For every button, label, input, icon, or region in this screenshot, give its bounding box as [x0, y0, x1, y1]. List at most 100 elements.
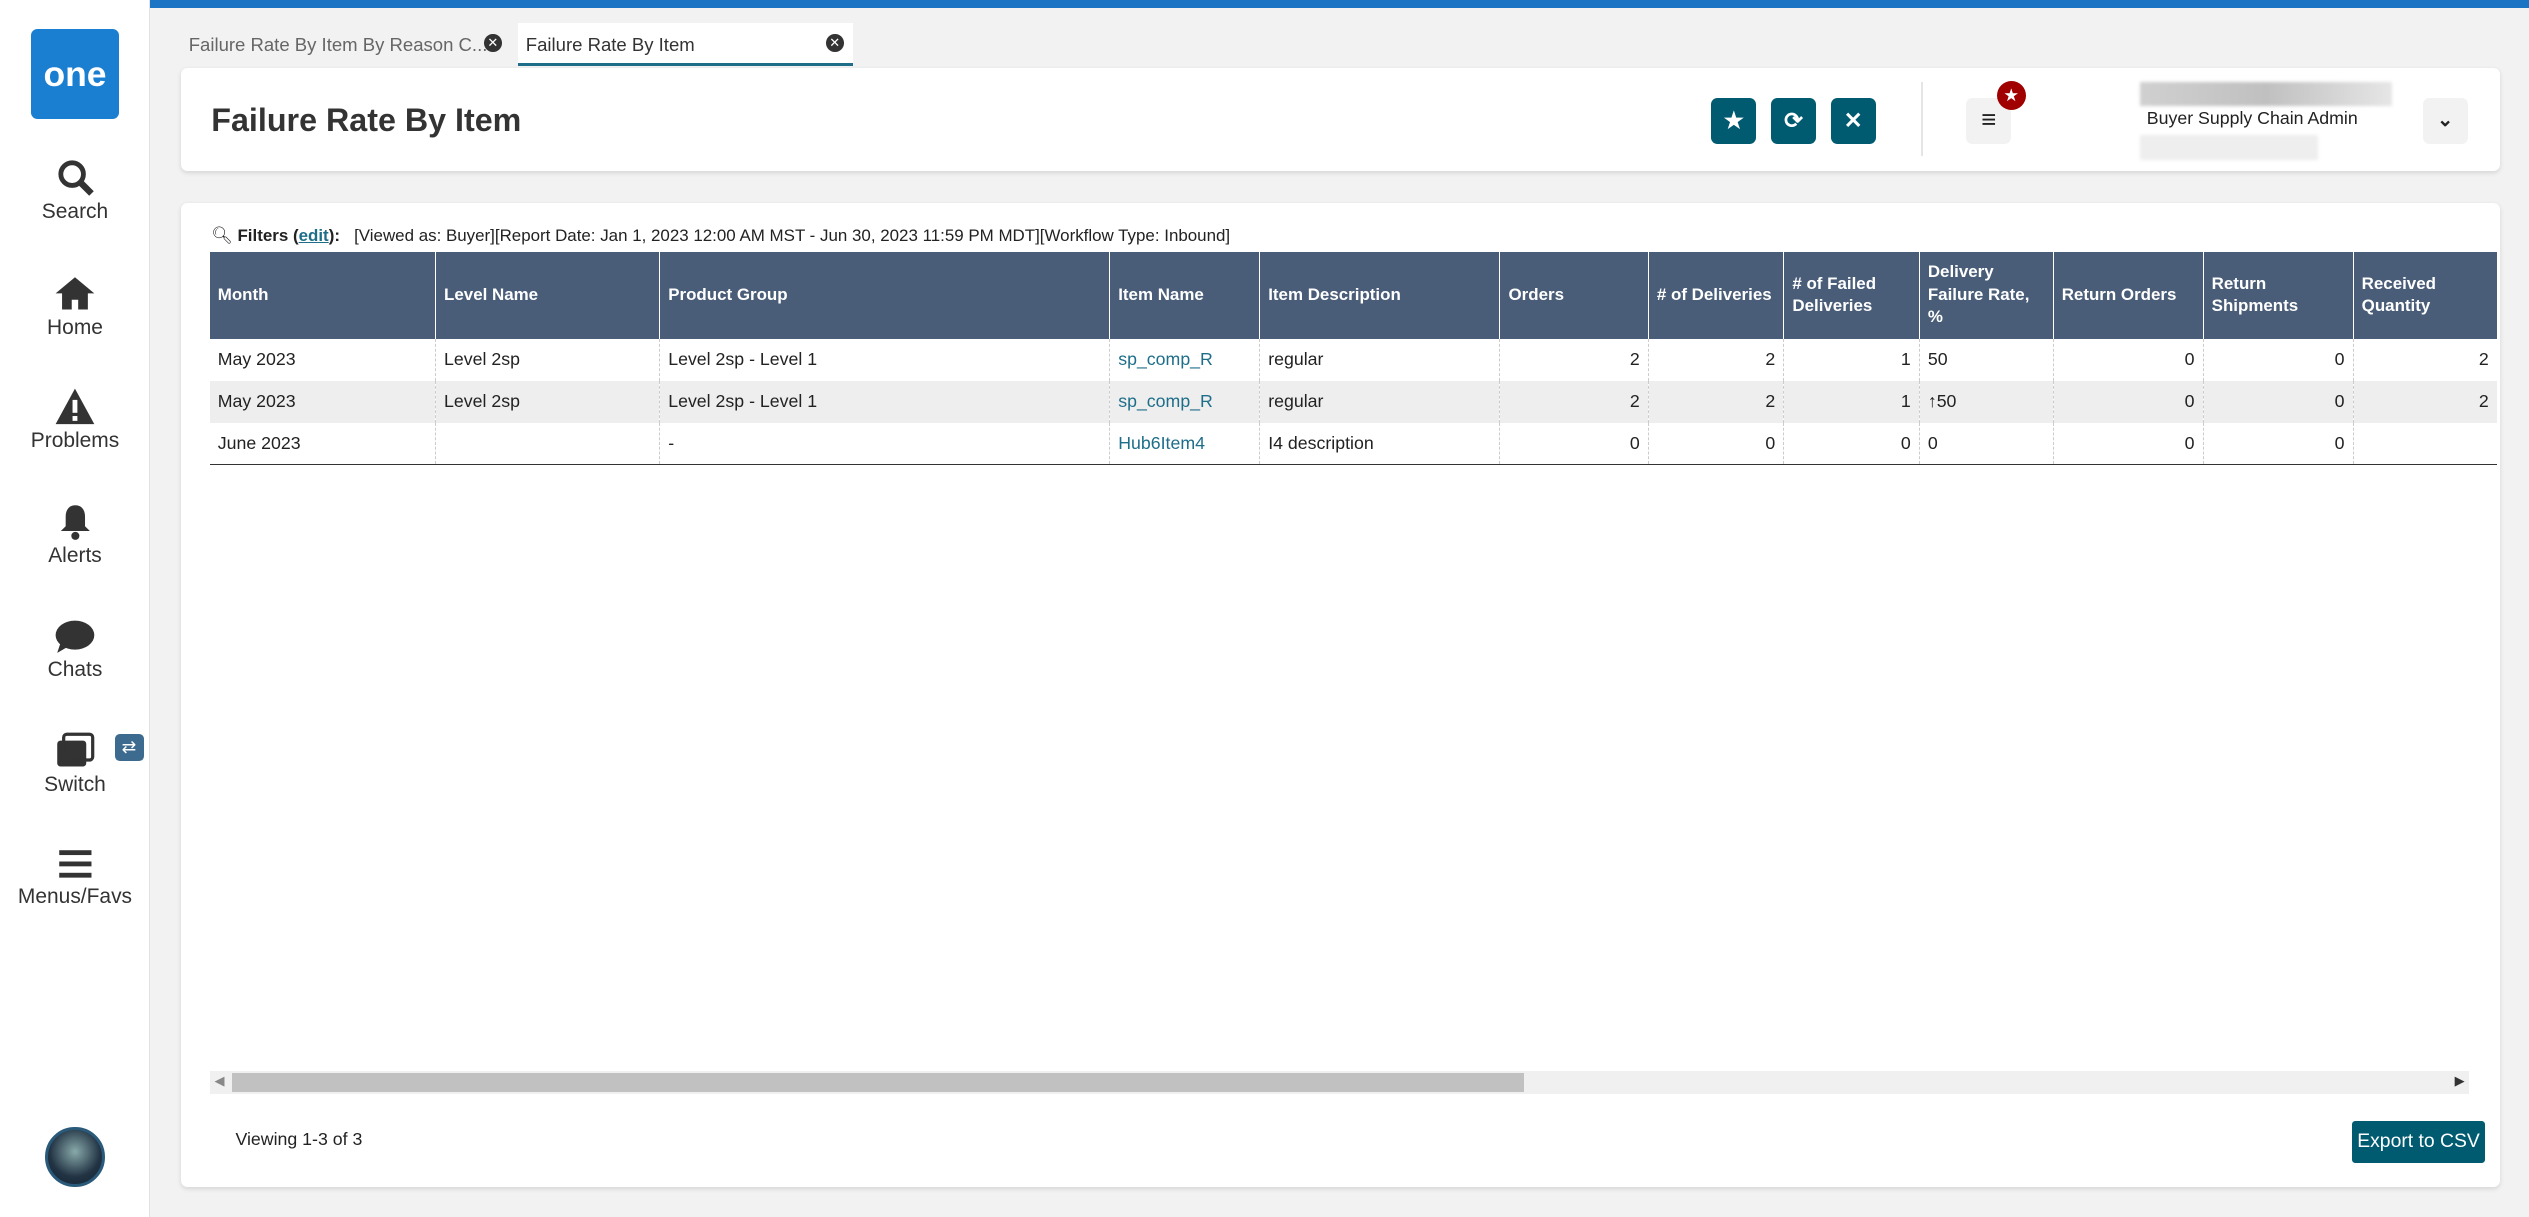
user-avatar[interactable] [45, 1127, 105, 1188]
table-cell: June 2023 [209, 422, 436, 465]
column-header[interactable]: # of Deliveries [1647, 251, 1784, 339]
filters-text: [Viewed as: Buyer][Report Date: Jan 1, 2… [354, 225, 1231, 245]
table-cell: 0 [1783, 422, 1920, 465]
column-header[interactable]: Received Quantity [2352, 251, 2497, 339]
sidebar-item-label: Switch [44, 772, 106, 796]
scrollbar-thumb[interactable] [232, 1072, 1525, 1092]
table-cell [434, 422, 660, 465]
filters-edit-link[interactable]: edit [299, 226, 329, 245]
sidebar-item-problems[interactable]: Problems [0, 387, 150, 453]
scroll-left-icon[interactable]: ◀ [215, 1073, 225, 1089]
table-cell: May 2023 [209, 380, 436, 423]
sidebar-item-home[interactable]: Home [0, 274, 150, 340]
sidebar-item-label: Problems [30, 429, 120, 453]
table-cell: 2 [1499, 380, 1649, 423]
table-cell: Level 2sp - Level 1 [659, 380, 1110, 423]
table-row: June 2023 - Hub6Item4 I4 description 0 0 0 0 0 0 [209, 422, 2497, 465]
user-dropdown-button[interactable]: ⌄ [2422, 98, 2468, 144]
column-header[interactable]: Item Name [1109, 251, 1260, 339]
table-cell: 0 [2052, 380, 2204, 423]
sidebar-item-menus-favs[interactable]: Menus/Favs [0, 847, 150, 910]
search-icon [58, 160, 94, 196]
menu-icon [58, 849, 92, 878]
table-cell: 2 [1499, 338, 1649, 381]
close-icon[interactable]: ✕ [483, 33, 502, 52]
table-cell[interactable]: sp_comp_R [1109, 338, 1260, 381]
table-cell: Level 2sp [434, 380, 660, 423]
table-cell: 0 [1918, 422, 2054, 465]
close-icon[interactable]: ✕ [825, 33, 844, 52]
table-cell: Level 2sp [434, 338, 660, 381]
sidebar-item-search[interactable]: Search [0, 158, 150, 224]
sidebar-item-label: Menus/Favs [17, 885, 133, 909]
chevron-down-icon: ⌄ [2437, 109, 2454, 132]
table-cell: 1 [1783, 380, 1920, 423]
column-header[interactable]: Delivery Failure Rate, % [1918, 251, 2054, 339]
table-cell: 2 [1647, 338, 1784, 381]
warning-icon [55, 388, 95, 425]
user-org-redacted [2140, 135, 2318, 160]
column-header[interactable]: Month [209, 251, 436, 339]
table-cell: 0 [1499, 422, 1649, 465]
column-header[interactable]: Product Group [659, 251, 1110, 339]
sidebar: one Search Home Problems Alerts Chats Sw… [0, 0, 150, 1217]
favorite-button[interactable]: ★ [1711, 98, 1757, 144]
horizontal-scrollbar[interactable]: ◀ ▶ [209, 1070, 2470, 1094]
table-cell: 0 [2052, 422, 2204, 465]
export-csv-button[interactable]: Export to CSV [2351, 1120, 2486, 1163]
table-cell: ↑50 [1918, 380, 2054, 423]
column-header[interactable]: Return Orders [2052, 251, 2204, 339]
column-header[interactable]: Return Shipments [2202, 251, 2354, 339]
home-icon [55, 277, 95, 310]
switch-badge[interactable]: ⇄ [114, 733, 144, 762]
column-header[interactable]: Item Description [1259, 251, 1500, 339]
table-cell[interactable]: sp_comp_R [1109, 380, 1260, 423]
scroll-right-icon[interactable]: ▶ [2455, 1073, 2465, 1089]
filters-label: Filters [237, 225, 289, 245]
menu-icon: ≡ [1981, 106, 1997, 135]
table-cell: - [659, 422, 1110, 465]
table-cell: regular [1259, 338, 1500, 381]
star-icon: ★ [1723, 108, 1744, 134]
favorites-badge: ★ [1996, 80, 2026, 110]
refresh-button[interactable]: ⟳ [1770, 98, 1817, 144]
column-header[interactable]: # of Failed Deliveries [1783, 251, 1920, 339]
filters-bar: 🔍︎ Filters (edit): [Viewed as: Buyer][Re… [211, 225, 1231, 245]
close-button[interactable]: ✕ [1830, 98, 1876, 144]
tab-failure-rate-by-reason[interactable]: Failure Rate By Item By Reason C... ✕ [181, 23, 512, 67]
table-cell: 0 [2202, 338, 2354, 381]
table-cell: I4 description [1259, 422, 1500, 465]
column-header[interactable]: Level Name [434, 251, 660, 339]
table-cell: regular [1259, 380, 1500, 423]
app-logo[interactable]: one [30, 29, 120, 120]
table-cell: 0 [2202, 380, 2354, 423]
report-panel: 🔍︎ Filters (edit): [Viewed as: Buyer][Re… [180, 203, 2500, 1188]
pagination-info: Viewing 1-3 of 3 [235, 1129, 363, 1150]
table-cell [2352, 422, 2497, 465]
table-cell: 0 [1647, 422, 1784, 465]
column-header[interactable]: Orders [1499, 251, 1649, 339]
table-cell[interactable]: Hub6Item4 [1109, 422, 1260, 465]
table-cell: Level 2sp - Level 1 [659, 338, 1110, 381]
sidebar-item-label: Search [41, 199, 109, 223]
refresh-icon: ⟳ [1784, 108, 1803, 134]
sidebar-item-chats[interactable]: Chats [0, 619, 150, 682]
table-cell: 2 [2352, 380, 2497, 423]
sidebar-item-alerts[interactable]: Alerts [0, 502, 150, 568]
table-row: May 2023 Level 2sp Level 2sp - Level 1 sp_c… [209, 380, 2497, 423]
user-name-redacted [2140, 82, 2392, 107]
star-icon: ★ [2003, 84, 2020, 105]
sidebar-item-label: Alerts [48, 543, 102, 567]
page-header: Failure Rate By Item ★ ⟳ ✕ ≡ ★ Buyer Sup… [180, 67, 2500, 171]
report-table: Month Level Name Product Group Item Name Ite… [209, 251, 2497, 465]
page-title: Failure Rate By Item [211, 101, 522, 138]
sidebar-item-label: Chats [47, 658, 103, 682]
divider [1920, 82, 1923, 157]
switch-icon [57, 732, 95, 767]
table-cell: 1 [1783, 338, 1920, 381]
chat-icon [55, 620, 95, 654]
user-role: Buyer Supply Chain Admin [2146, 108, 2358, 129]
tab-label: Failure Rate By Item [525, 33, 695, 55]
tab-failure-rate-by-item[interactable]: Failure Rate By Item ✕ [517, 22, 854, 67]
search-icon: 🔍︎ [211, 225, 233, 245]
